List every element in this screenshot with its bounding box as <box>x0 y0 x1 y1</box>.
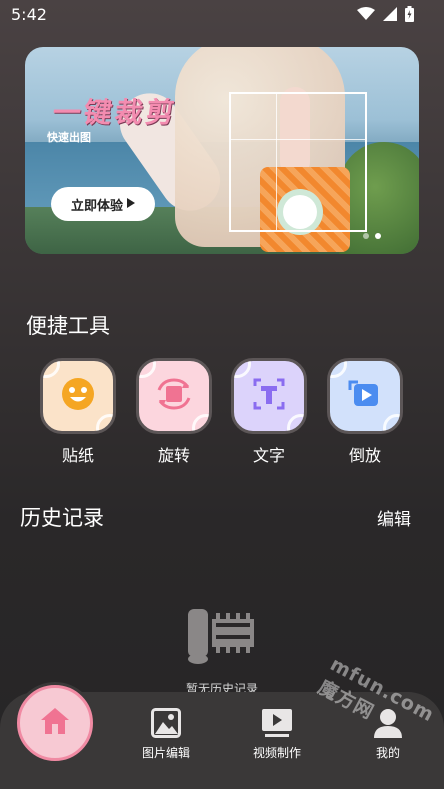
status-icons <box>357 6 414 22</box>
home-button[interactable] <box>17 685 93 761</box>
tool-text[interactable]: 文字 <box>231 358 309 466</box>
status-bar: 5:42 <box>0 0 444 30</box>
home-icon <box>39 706 71 740</box>
wifi-icon <box>357 7 375 21</box>
nav-image-edit[interactable]: 图片编辑 <box>121 706 211 761</box>
tool-rotate-label: 旋转 <box>157 446 190 465</box>
quick-tools: 贴纸 旋转 文字 倒放 <box>40 358 404 468</box>
image-icon <box>121 706 211 740</box>
tool-reverse[interactable]: 倒放 <box>327 358 405 466</box>
pagination-dot-active[interactable] <box>375 233 381 239</box>
tool-text-label: 文字 <box>252 446 285 465</box>
tool-sticker-tile[interactable] <box>40 358 116 434</box>
smiley-sticker-icon <box>60 376 96 416</box>
tool-sticker-label: 贴纸 <box>61 446 94 465</box>
tool-reverse-label: 倒放 <box>348 446 381 465</box>
quick-tools-title: 便捷工具 <box>26 314 110 338</box>
signal-icon <box>383 7 397 21</box>
nav-video-make-label: 视频制作 <box>252 746 301 760</box>
nav-video-make[interactable]: 视频制作 <box>232 706 322 761</box>
text-icon <box>251 376 287 416</box>
play-arrow-icon <box>127 197 135 212</box>
promo-banner[interactable]: 一键裁剪 快速出图 立即体验 <box>25 47 419 254</box>
pagination-dot[interactable] <box>363 233 369 239</box>
tool-reverse-tile[interactable] <box>327 358 403 434</box>
tool-text-tile[interactable] <box>231 358 307 434</box>
banner-pagination <box>363 233 381 239</box>
video-play-icon <box>232 706 322 740</box>
empty-history-icon <box>186 605 258 671</box>
nav-image-edit-label: 图片编辑 <box>141 746 190 760</box>
rotate-icon <box>155 376 193 416</box>
tool-rotate[interactable]: 旋转 <box>136 358 214 466</box>
history-title: 历史记录 <box>20 506 104 530</box>
banner-headline: 一键裁剪 <box>50 96 180 129</box>
rewind-play-icon <box>346 376 384 416</box>
crop-frame <box>229 92 367 232</box>
status-time: 5:42 <box>11 5 47 24</box>
battery-icon <box>405 6 414 22</box>
try-now-label: 立即体验 <box>70 198 123 214</box>
tool-rotate-tile[interactable] <box>136 358 212 434</box>
tool-sticker[interactable]: 贴纸 <box>40 358 118 466</box>
banner-subline: 快速出图 <box>47 131 91 144</box>
history-edit-button[interactable]: 编辑 <box>377 505 411 530</box>
try-now-button[interactable]: 立即体验 <box>51 187 155 221</box>
